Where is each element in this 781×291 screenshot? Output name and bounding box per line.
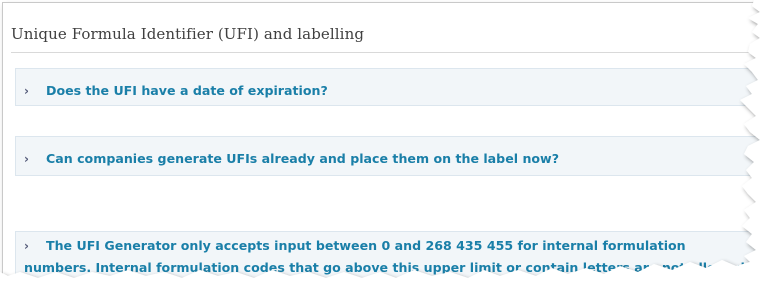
chevron-right-icon: › <box>24 84 29 98</box>
chevron-right-icon: › <box>24 239 29 253</box>
chevron-right-icon: › <box>24 152 29 166</box>
faq-item-generate-now[interactable]: › Can companies generate UFIs already and… <box>15 136 775 176</box>
faq-question-text: Does the UFI have a date of expiration? <box>46 83 328 98</box>
faq-question: › The UFI Generator only accepts input be… <box>24 235 752 291</box>
faq-item-generator-limit[interactable]: › The UFI Generator only accepts input be… <box>15 231 775 291</box>
faq-item-expiration[interactable]: › Does the UFI have a date of expiration? <box>15 68 775 106</box>
screenshot-frame: Unique Formula Identifier (UFI) and labe… <box>0 0 781 291</box>
faq-question-text: Can companies generate UFIs already and … <box>46 151 559 166</box>
faq-question: › Can companies generate UFIs already and… <box>24 148 752 170</box>
faq-question-text: The UFI Generator only accepts input bet… <box>24 238 750 291</box>
faq-question: › Does the UFI have a date of expiration? <box>24 80 752 102</box>
section-title: Unique Formula Identifier (UFI) and labe… <box>11 25 365 43</box>
title-divider <box>11 52 756 53</box>
